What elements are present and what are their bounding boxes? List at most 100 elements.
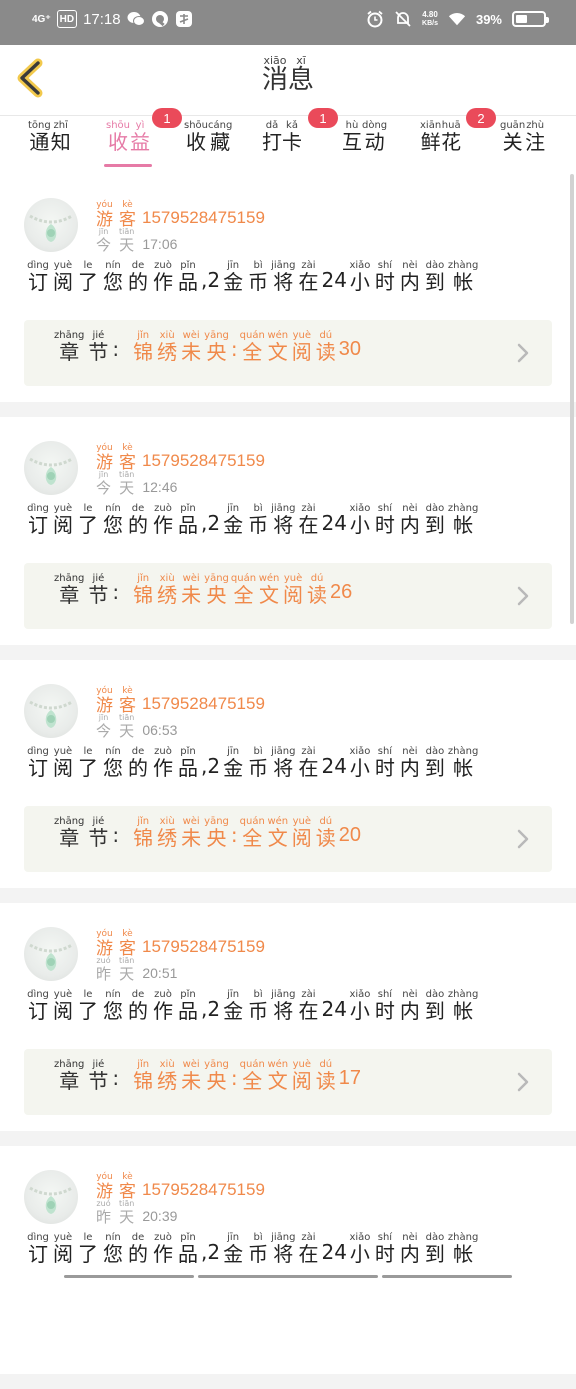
gesture-bar xyxy=(64,1275,194,1278)
avatar[interactable] xyxy=(24,441,78,495)
chapter-colon: : xyxy=(112,337,120,361)
time-value: 06:53 xyxy=(142,721,178,738)
chapter-link[interactable]: zhāng 章 jié 节: jǐn 锦 xiù 绣 wèi 未 yāng 央: quán 全 wén 文 yu… xyxy=(24,320,552,386)
hanzi: 天 xyxy=(119,722,135,740)
tab-label-char: shōu 收 xyxy=(106,120,130,153)
msg-char: zhàng 帐 xyxy=(448,260,478,293)
chapter-link[interactable]: zhāng 章 jié 节: jǐn 锦 xiù 绣 wèi 未 yāng 央 quán 全 wén 文 yuè… xyxy=(24,563,552,629)
hanzi: 您 xyxy=(103,1242,123,1266)
day-label-char: tiān 天 xyxy=(119,712,134,740)
hanzi: 金 xyxy=(223,999,244,1023)
msg-char: zhàng 帐 xyxy=(448,989,478,1022)
hanzi: 阅 xyxy=(291,1069,312,1093)
tab-income[interactable]: shōu 收 yì 益 1 xyxy=(104,108,182,167)
msg-char: dìng 订 xyxy=(26,989,50,1022)
msg-char: jiāng 将 xyxy=(271,1232,295,1265)
book-char: wén 文 xyxy=(267,816,289,849)
message-card[interactable]: yóu 游 kè 客 1579528475159 jīn 今 tiān 天 12:46 dìng 订 y… xyxy=(0,417,576,645)
tab-checkin[interactable]: dǎ 打 kǎ 卡 1 xyxy=(262,108,338,153)
day-label-char: jīn 今 xyxy=(96,226,111,254)
jade-bracelet-icon xyxy=(29,214,73,242)
book-char: quán 全 xyxy=(240,816,265,849)
tab-label-char: dòng 动 xyxy=(362,120,387,153)
chapter-link[interactable]: zhāng 章 jié 节: jǐn 锦 xiù 绣 wèi 未 yāng 央: quán 全 wén 文 yu… xyxy=(24,806,552,872)
message-card[interactable]: yóu 游 kè 客 1579528475159 jīn 今 tiān 天 17:06 dìng 订 y… xyxy=(0,174,576,402)
avatar[interactable] xyxy=(24,1170,78,1224)
avatar[interactable] xyxy=(24,927,78,981)
msg-char: xiǎo 小 xyxy=(348,746,372,779)
day-label-char: zuó 昨 xyxy=(96,1198,111,1226)
hanzi: 动 xyxy=(364,130,385,154)
hd-icon: HD xyxy=(56,10,78,28)
scrollbar[interactable] xyxy=(570,174,574,624)
avatar[interactable] xyxy=(24,684,78,738)
hanzi: 时 xyxy=(374,756,395,780)
message-text: dìng 订 yuè 阅 le 了 nín 您 de 的 zuò 作 pǐn 品 ,2 jīn 金 bì 币 jiān… xyxy=(26,1232,478,1265)
timestamp: jīn 今 tiān 天 06:53 xyxy=(96,712,177,740)
msg-char: jīn 金 xyxy=(221,989,245,1022)
hanzi: 全 xyxy=(242,1069,263,1093)
msg-char: yuè 阅 xyxy=(51,989,75,1022)
msg-char: le 了 xyxy=(76,260,100,293)
hanzi: 节 xyxy=(88,1069,109,1093)
chapter-link[interactable]: zhāng 章 jié 节: jǐn 锦 xiù 绣 wèi 未 yāng 央: quán 全 wén 文 yu… xyxy=(24,1049,552,1115)
msg-char: nèi 内 xyxy=(398,503,422,536)
network-type: 4G⁺ xyxy=(32,13,51,25)
msg-char: dào 到 xyxy=(423,1232,447,1265)
hanzi: 订 xyxy=(28,1242,48,1266)
hanzi: 品 xyxy=(178,513,198,537)
message-card[interactable]: yóu 游 kè 客 1579528475159 jīn 今 tiān 天 06:53 dìng 订 y… xyxy=(0,660,576,888)
hanzi: 品 xyxy=(178,270,198,294)
hanzi: 鲜 xyxy=(420,130,441,154)
chapter-title: jǐn 锦 xiù 绣 wèi 未 yāng 央: quán 全 wén 文 yuè 阅 dú 读 17 xyxy=(132,1059,361,1092)
hanzi: 内 xyxy=(399,756,420,780)
msg-char: jiāng 将 xyxy=(271,989,295,1022)
tab-interact[interactable]: hù 互 dòng 动 xyxy=(342,120,387,153)
tab-follow[interactable]: guān 关 zhù 注 xyxy=(500,120,545,153)
hanzi: 作 xyxy=(153,756,173,780)
hanzi: 注 xyxy=(525,130,546,154)
hanzi: 您 xyxy=(103,999,123,1023)
tab-label-char: huā 花 xyxy=(441,120,461,153)
book-char: yāng 央 xyxy=(204,816,229,849)
book-char: wèi 未 xyxy=(180,816,202,849)
tab-flowers[interactable]: xiān 鲜 huā 花 2 xyxy=(420,108,496,154)
book-separator: : xyxy=(230,337,238,361)
avatar[interactable] xyxy=(24,198,78,252)
message-card[interactable]: yóu 游 kè 客 1579528475159 zuó 昨 tiān 天 20:51 dìng 订 y… xyxy=(0,903,576,1131)
msg-char: yuè 阅 xyxy=(51,260,75,293)
hanzi: 阅 xyxy=(53,756,73,780)
coin-amount: ,2 xyxy=(201,1240,221,1264)
msg-char: zuò 作 xyxy=(151,260,175,293)
msg-char: nín 您 xyxy=(101,746,125,779)
book-char: yuè 阅 xyxy=(282,573,304,606)
book-char: jǐn 锦 xyxy=(132,330,154,363)
book-char: yāng 央 xyxy=(204,330,229,363)
msg-char: yuè 阅 xyxy=(51,1232,75,1265)
tab-collect[interactable]: shōu 收 cáng 藏 xyxy=(184,120,232,153)
hanzi: 阅 xyxy=(53,999,73,1023)
hanzi: 阅 xyxy=(283,583,304,607)
hanzi: 品 xyxy=(178,1242,198,1266)
hanzi: 了 xyxy=(78,999,98,1023)
msg-char: zuò 作 xyxy=(151,746,175,779)
hanzi: 内 xyxy=(399,999,420,1023)
hanzi: 订 xyxy=(28,513,48,537)
hanzi: 文 xyxy=(267,340,288,364)
hanzi: 到 xyxy=(424,513,445,537)
hanzi: 币 xyxy=(248,270,269,294)
hanzi: 的 xyxy=(128,999,148,1023)
hanzi: 金 xyxy=(223,756,244,780)
hanzi: 时 xyxy=(374,1242,395,1266)
hanzi: 天 xyxy=(119,479,135,497)
message-card[interactable]: yóu 游 kè 客 1579528475159 zuó 昨 tiān 天 20:39 dìng 订 y… xyxy=(0,1146,576,1374)
msg-char: nèi 内 xyxy=(398,1232,422,1265)
hanzi: 在 xyxy=(298,756,319,780)
hanzi: 绣 xyxy=(157,826,178,850)
msg-char: xiǎo 小 xyxy=(348,1232,372,1265)
book-char: dú 读 xyxy=(315,816,337,849)
chapter-label-char: jié 节 xyxy=(87,816,109,849)
tab-notice[interactable]: tōng 通 zhī 知 xyxy=(28,120,71,153)
msg-char: zài 在 xyxy=(296,1232,320,1265)
message-text: dìng 订 yuè 阅 le 了 nín 您 de 的 zuò 作 pǐn 品 ,2 jīn 金 bì 币 jiān… xyxy=(26,503,478,536)
